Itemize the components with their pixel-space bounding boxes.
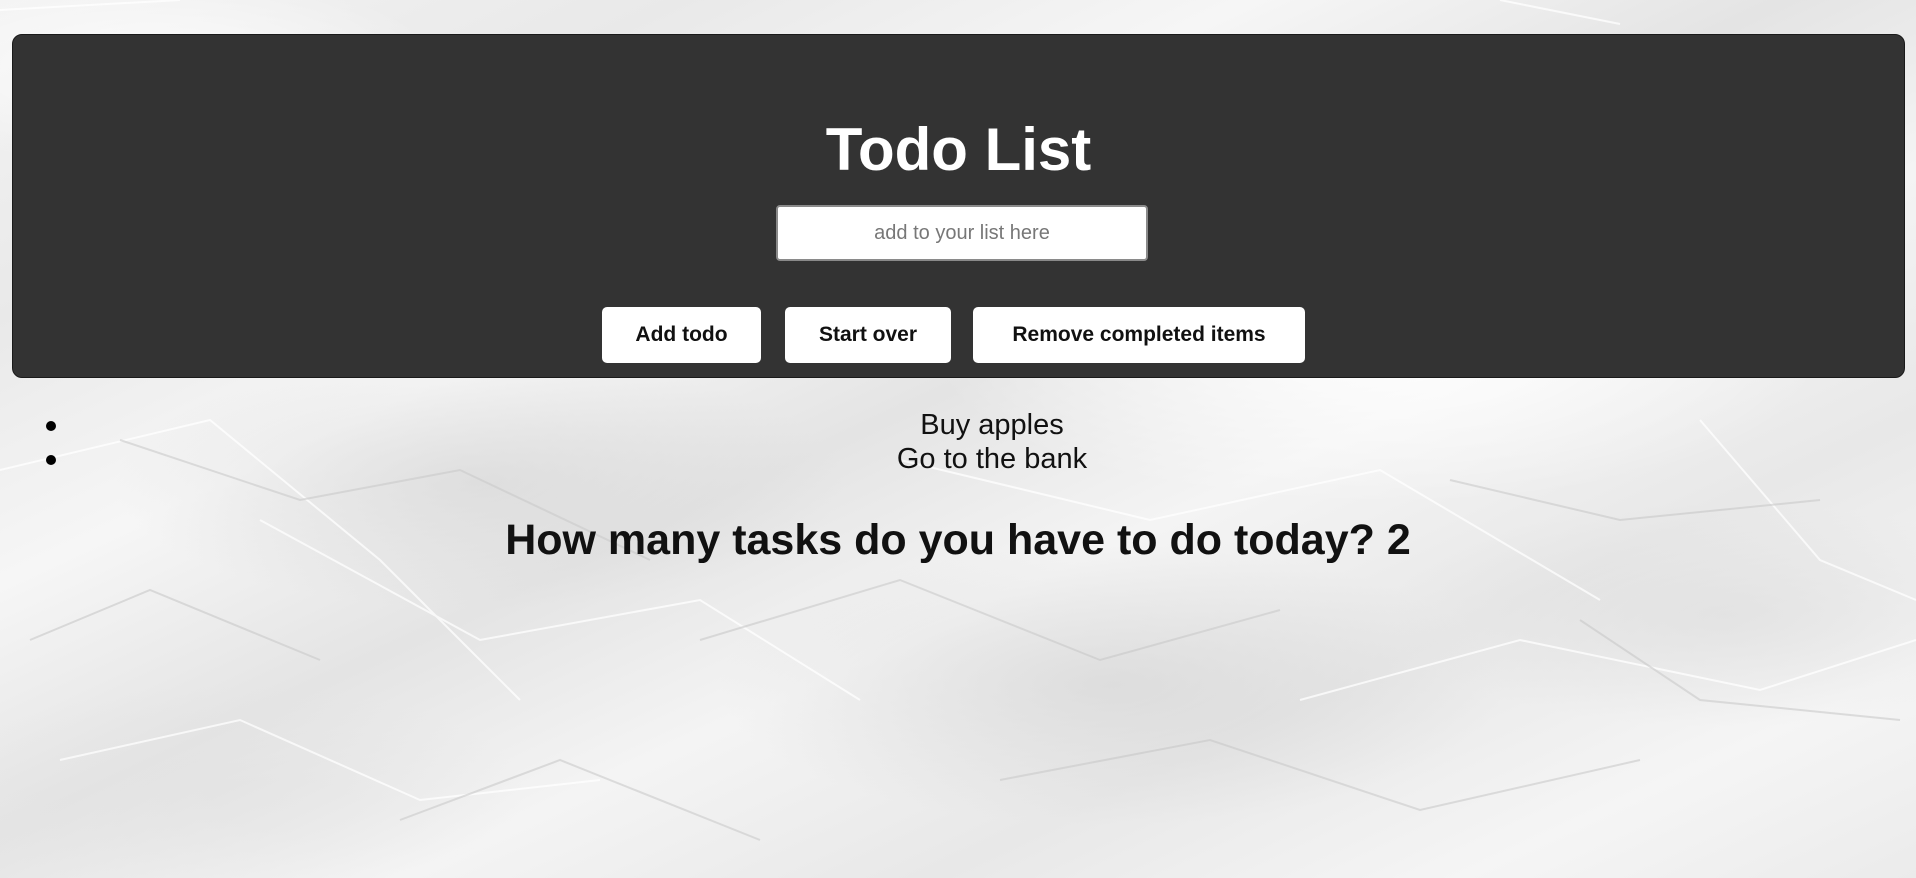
todo-list: Buy apples Go to the bank [0,408,1916,476]
remove-completed-button[interactable]: Remove completed items [973,307,1305,363]
todo-item-text: Go to the bank [896,443,1088,475]
todo-item[interactable]: Buy apples [0,408,1916,442]
todo-item-text: Buy apples [920,409,1064,441]
page: { "header": { "title": "Todo List" }, "i… [0,0,1916,878]
page-title: Todo List [825,116,1092,183]
todo-item[interactable]: Go to the bank [0,442,1916,476]
todo-input[interactable] [776,205,1148,261]
header-panel: Todo List Add todo Start over Remove com… [12,34,1905,378]
bullet-icon [46,455,56,465]
add-todo-button[interactable]: Add todo [602,307,761,363]
start-over-button[interactable]: Start over [785,307,951,363]
task-count-value: 2 [1386,516,1411,564]
task-count-question: How many tasks do you have to do today? [505,516,1375,564]
task-count-heading: How many tasks do you have to do today? … [0,512,1916,568]
bullet-icon [46,421,56,431]
